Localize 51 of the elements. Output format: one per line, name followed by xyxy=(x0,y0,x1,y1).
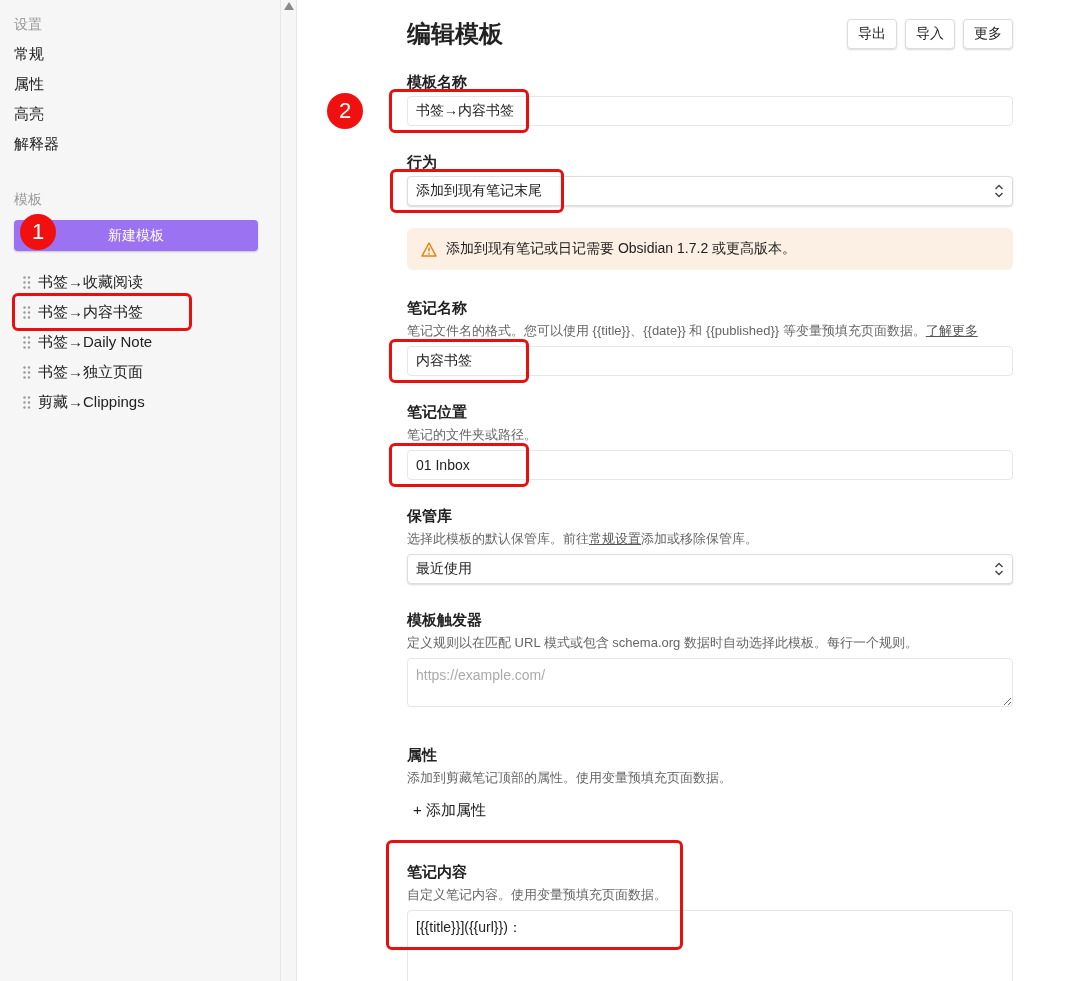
field-label: 属性 xyxy=(407,745,438,765)
link[interactable]: 常规设置 xyxy=(589,531,641,546)
field-description: 笔记的文件夹或路径。 xyxy=(407,426,538,444)
field-label: 行为 xyxy=(407,152,438,172)
text-area[interactable]: [{{title}}]({{url}})： xyxy=(407,910,1013,981)
warning-text: 添加到现有笔记或日记需要 Obsidian 1.7.2 或更高版本。 xyxy=(446,240,797,258)
section-heading: 模板 xyxy=(14,190,43,209)
template-item[interactable]: 书签→独立页面 xyxy=(38,362,143,382)
field-description: 笔记文件名的格式。您可以使用 {{title}}、{{date}} 和 {{published}} 等变量预填充页面数据。了解更多 xyxy=(407,322,979,340)
section-heading: 设置 xyxy=(14,15,43,34)
field-label: 笔记名称 xyxy=(407,298,468,318)
input-field[interactable]: 内容书签 xyxy=(407,346,1013,376)
nav-item[interactable]: 高亮 xyxy=(14,104,280,134)
drag-handle-icon[interactable] xyxy=(23,275,31,289)
step-badge: 2 xyxy=(327,93,363,129)
field-label: 笔记位置 xyxy=(407,402,468,422)
dropdown[interactable]: 最近使用 xyxy=(407,554,1013,584)
field-description: 添加到剪藏笔记顶部的属性。使用变量预填充页面数据。 xyxy=(407,769,733,787)
field-description: 自定义笔记内容。使用变量预填充页面数据。 xyxy=(407,886,668,904)
toolbar-button[interactable]: 导入 xyxy=(905,19,955,49)
drag-handle-icon[interactable] xyxy=(23,365,31,379)
nav-item[interactable]: 解释器 xyxy=(14,134,280,164)
template-item[interactable]: 书签→内容书签 xyxy=(38,302,143,322)
add-property-button[interactable]: + 添加属性 xyxy=(407,793,492,828)
field-label: 保管库 xyxy=(407,506,453,526)
drag-handle-icon[interactable] xyxy=(23,395,31,409)
field-label: 笔记内容 xyxy=(407,862,468,882)
nav-item[interactable]: 常规 xyxy=(14,44,280,74)
step-badge: 1 xyxy=(20,214,56,250)
text-area[interactable]: https://example.com/ xyxy=(407,658,1013,707)
link[interactable]: 了解更多 xyxy=(925,323,978,338)
field-description: 定义规则以在匹配 URL 模式或包含 schema.org 数据时自动选择此模板。每行一个规则。 xyxy=(407,634,919,652)
chevron-up-down-icon xyxy=(994,184,1004,198)
toolbar-button[interactable]: 更多 xyxy=(963,19,1013,49)
input-field[interactable]: 01 Inbox xyxy=(407,450,1013,480)
toolbar-button[interactable]: 导出 xyxy=(847,19,897,49)
nav-item[interactable]: 属性 xyxy=(14,74,280,104)
dropdown[interactable]: 添加到现有笔记末尾 xyxy=(407,176,1013,206)
template-item[interactable]: 剪藏→Clippings xyxy=(38,392,145,412)
warning-icon xyxy=(421,241,437,257)
chevron-up-down-icon xyxy=(994,562,1004,576)
drag-handle-icon[interactable] xyxy=(23,305,31,319)
drag-handle-icon[interactable] xyxy=(23,335,31,349)
page-title: 编辑模板 xyxy=(407,19,503,49)
scroll-up-icon[interactable] xyxy=(283,2,294,10)
template-item[interactable]: 书签→Daily Note xyxy=(38,332,153,352)
field-label: 模板名称 xyxy=(407,72,468,92)
field-description: 选择此模板的默认保管库。前往常规设置添加或移除保管库。 xyxy=(407,530,759,548)
input-field[interactable]: 书签→内容书签 xyxy=(407,96,1013,126)
template-item[interactable]: 书签→收藏阅读 xyxy=(38,272,143,292)
field-label: 模板触发器 xyxy=(407,610,483,630)
